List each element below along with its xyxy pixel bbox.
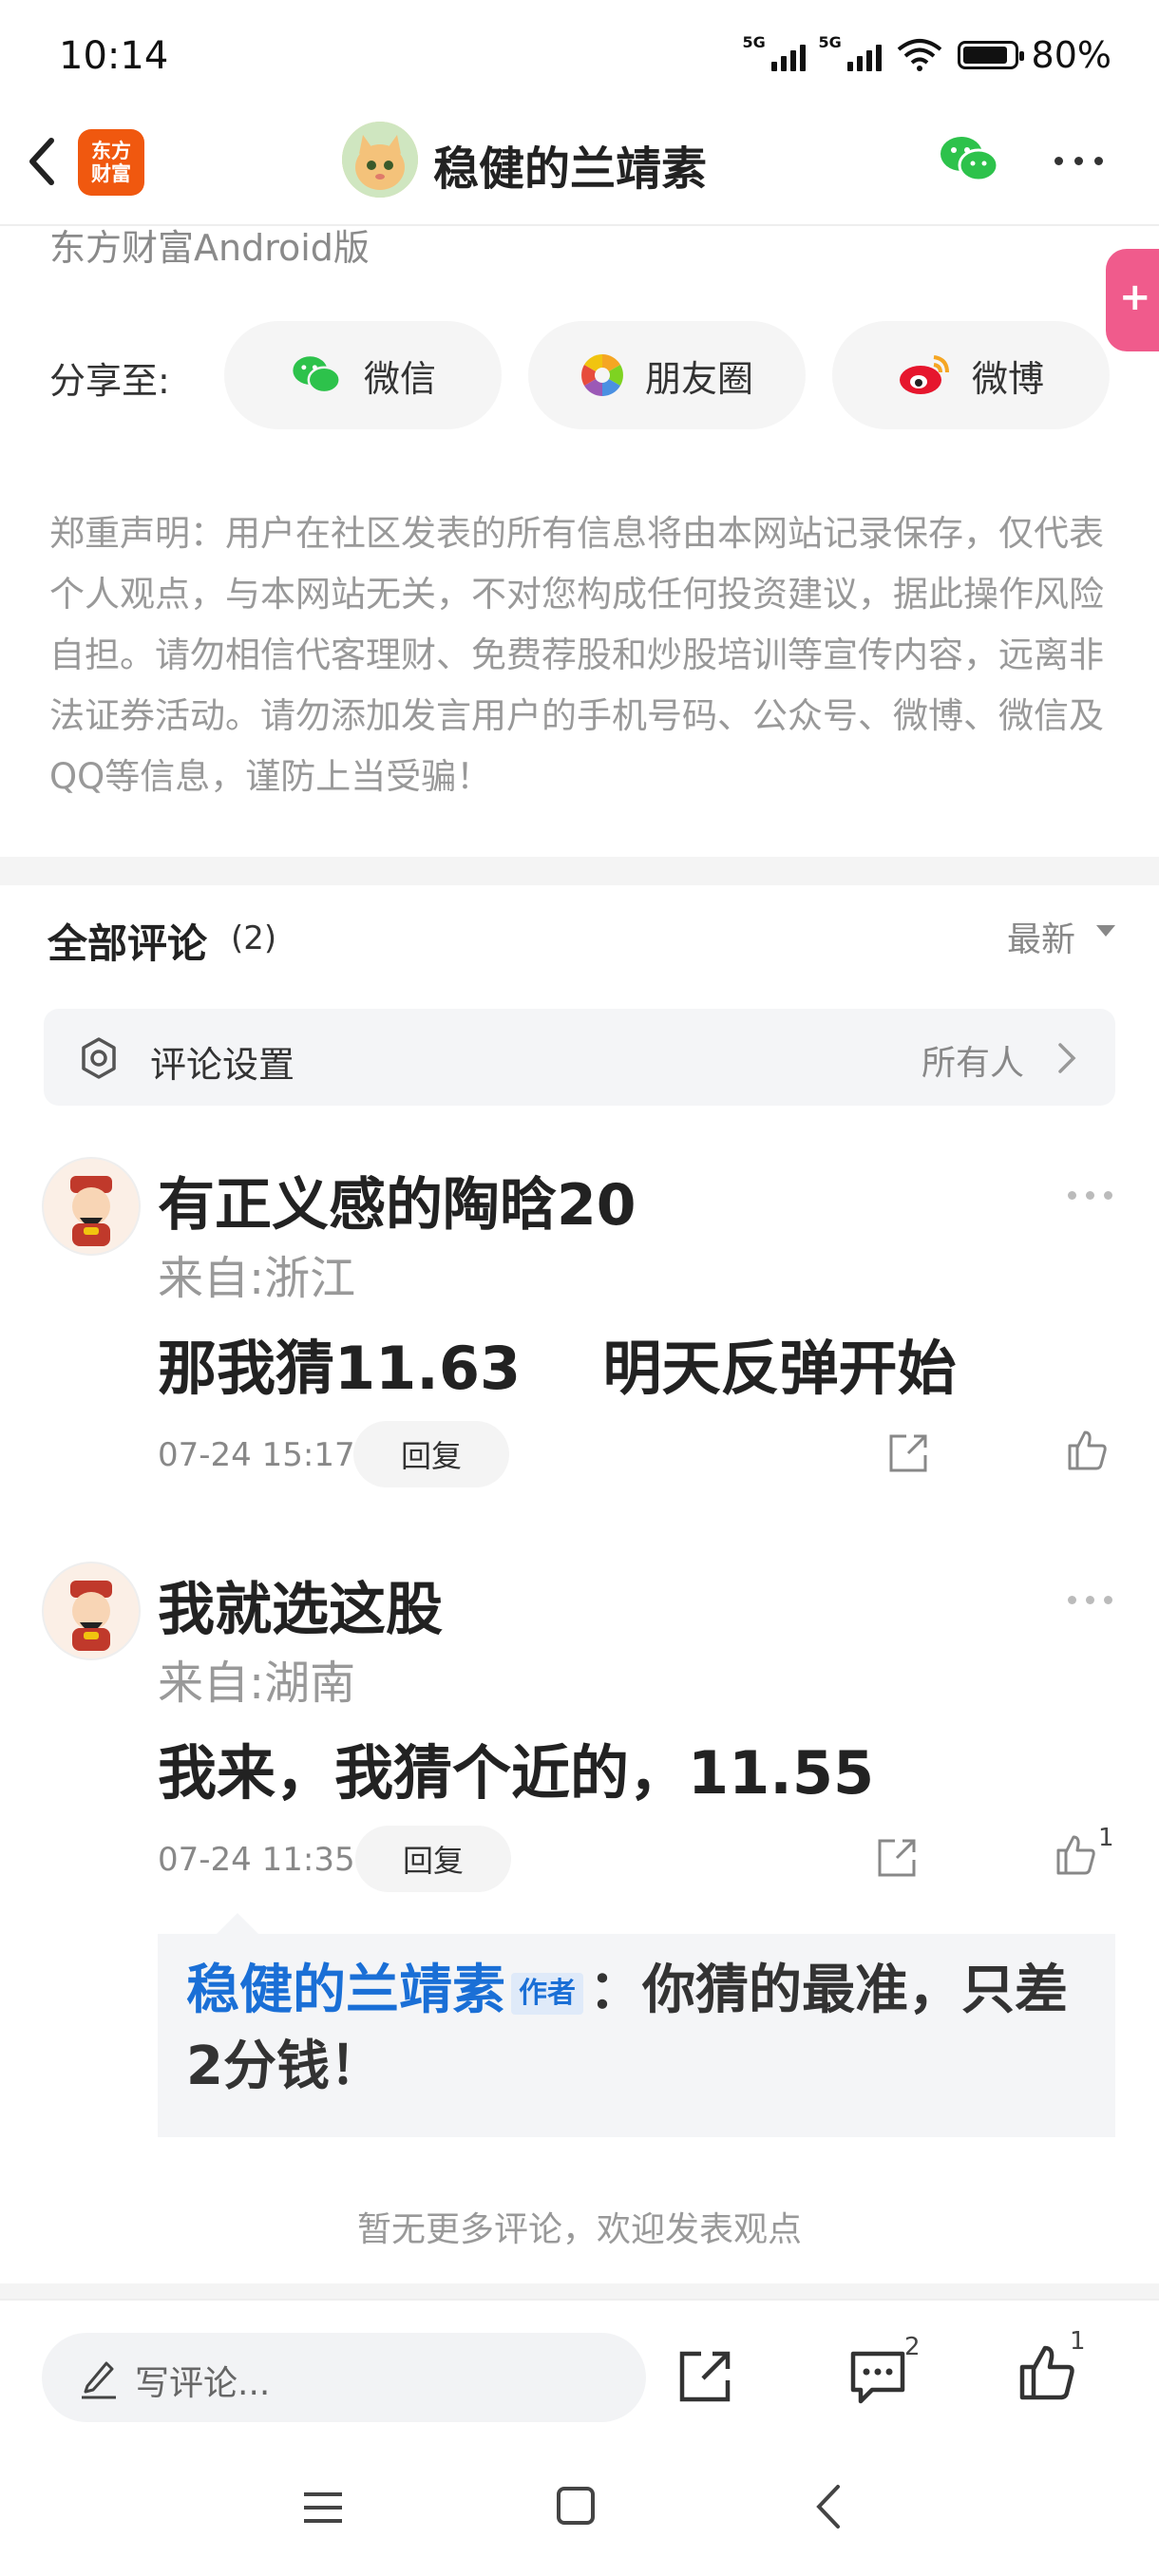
share-moments-label: 朋友圈 bbox=[644, 357, 753, 400]
comment-icon[interactable] bbox=[847, 2346, 908, 2407]
disclaimer-text: 郑重声明：用户在社区发表的所有信息将由本网站记录保存，仅代表个人观点，与本网站无… bbox=[49, 513, 1104, 797]
reply-author-name[interactable]: 稳健的兰靖素 bbox=[186, 1960, 505, 2021]
share-label: 分享至: bbox=[49, 360, 170, 402]
signal-icon-2: 5G bbox=[819, 33, 882, 71]
comment-content: 那我猜11.63 明天反弹开始 bbox=[158, 1334, 957, 1403]
like-count: 1 bbox=[1098, 1824, 1114, 1852]
fortune-god-avatar-icon bbox=[70, 1581, 112, 1651]
comments-title: 全部评论 bbox=[48, 920, 208, 967]
status-time: 10:14 bbox=[59, 34, 169, 78]
gear-icon bbox=[82, 1037, 116, 1079]
back-nav-icon[interactable] bbox=[815, 2483, 842, 2530]
share-wechat-button[interactable]: 微信 bbox=[224, 321, 502, 429]
weibo-icon bbox=[899, 355, 949, 394]
caret-down-icon[interactable] bbox=[1096, 925, 1115, 937]
reply-text: 稳健的兰靖素 作者 ：你猜的最准，只差2分钱！ bbox=[186, 1953, 1089, 2105]
wechat-icon[interactable] bbox=[939, 133, 999, 186]
battery-icon bbox=[957, 41, 1024, 69]
logo-text-2: 财富 bbox=[91, 162, 131, 185]
network-label: 5G bbox=[742, 33, 766, 51]
section-divider bbox=[0, 857, 1159, 885]
cat-avatar-icon bbox=[342, 122, 418, 198]
battery-level: 80% bbox=[1031, 34, 1112, 76]
logo-text-1: 东方 bbox=[91, 140, 131, 162]
comment-settings-label: 评论设置 bbox=[150, 1044, 295, 1086]
wifi-icon bbox=[897, 39, 941, 71]
reply-notch bbox=[217, 1913, 258, 1934]
commenter-location: 来自:湖南 bbox=[158, 1657, 356, 1710]
write-comment-placeholder: 写评论... bbox=[135, 2364, 271, 2403]
commenter-name[interactable]: 我就选这股 bbox=[158, 1563, 443, 1646]
commenter-name[interactable]: 有正义感的陶晗20 bbox=[158, 1159, 636, 1241]
commenter-location: 来自:浙江 bbox=[158, 1252, 356, 1305]
like-icon[interactable] bbox=[1064, 1427, 1110, 1472]
signal-icon: 5G bbox=[743, 33, 806, 71]
commenter-avatar[interactable] bbox=[42, 1157, 141, 1256]
reply-button[interactable]: 回复 bbox=[353, 1421, 509, 1487]
share-icon[interactable] bbox=[674, 2346, 735, 2407]
comment-time: 07-24 11:35 bbox=[158, 1841, 355, 1879]
no-more-comments: 暂无更多评论，欢迎发表观点 bbox=[356, 2210, 802, 2249]
comment-settings-value: 所有人 bbox=[922, 1044, 1025, 1083]
page-title: 稳健的兰靖素 bbox=[433, 142, 708, 196]
comments-count: (2) bbox=[231, 919, 277, 957]
share-weibo-label: 微博 bbox=[971, 357, 1044, 400]
wechat-icon bbox=[293, 356, 341, 394]
share-wechat-label: 微信 bbox=[363, 357, 436, 400]
sort-dropdown[interactable]: 最新 bbox=[1007, 912, 1075, 961]
comment-count-badge: 2 bbox=[904, 2333, 921, 2361]
home-icon[interactable] bbox=[557, 2487, 595, 2525]
comment-time: 07-24 15:17 bbox=[158, 1436, 355, 1474]
author-avatar[interactable] bbox=[342, 122, 418, 198]
pencil-icon bbox=[82, 2361, 116, 2399]
like-icon[interactable] bbox=[1016, 2342, 1077, 2403]
app-logo[interactable]: 东方 财富 bbox=[78, 129, 144, 196]
share-icon[interactable] bbox=[885, 1430, 931, 1476]
commenter-avatar[interactable] bbox=[42, 1562, 141, 1660]
author-badge: 作者 bbox=[511, 1972, 583, 2015]
share-icon[interactable] bbox=[874, 1835, 920, 1881]
more-options-icon[interactable] bbox=[1054, 157, 1103, 165]
post-source: 东方财富Android版 bbox=[49, 227, 370, 269]
back-icon[interactable] bbox=[21, 133, 63, 190]
menu-icon[interactable] bbox=[302, 2491, 344, 2525]
write-comment-input[interactable] bbox=[42, 2333, 646, 2422]
comment-more-icon[interactable] bbox=[1068, 1191, 1112, 1200]
share-weibo-button[interactable]: 微博 bbox=[832, 321, 1110, 429]
floating-add-button[interactable] bbox=[1106, 249, 1159, 351]
network-label-2: 5G bbox=[818, 33, 842, 51]
share-moments-button[interactable]: 朋友圈 bbox=[528, 321, 806, 429]
bottom-bar-border bbox=[0, 2299, 1159, 2301]
chevron-right-icon bbox=[1058, 1043, 1076, 1073]
comment-content: 我来，我猜个近的，11.55 bbox=[158, 1738, 875, 1808]
reply-button[interactable]: 回复 bbox=[355, 1826, 511, 1892]
fortune-god-avatar-icon bbox=[70, 1176, 112, 1246]
like-icon[interactable] bbox=[1053, 1831, 1098, 1877]
bottom-divider bbox=[0, 2283, 1159, 2299]
status-icons: 5G 5G 80% bbox=[743, 33, 1112, 76]
like-count-badge: 1 bbox=[1070, 2327, 1086, 2356]
moments-icon bbox=[581, 354, 623, 396]
comment-more-icon[interactable] bbox=[1068, 1596, 1112, 1604]
